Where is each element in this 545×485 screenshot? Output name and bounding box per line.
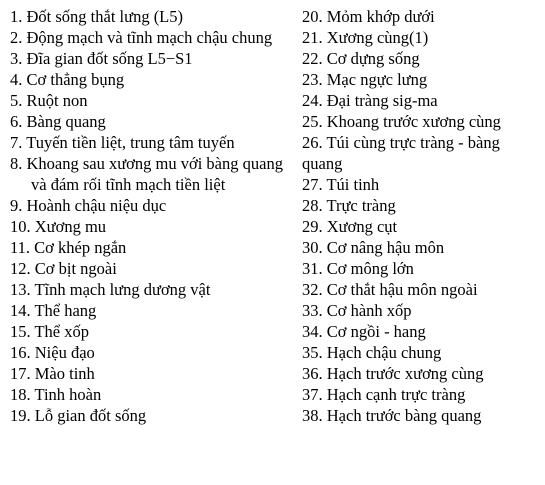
list-item: 24. Đại tràng sig-ma	[302, 91, 438, 110]
list-item: 35. Hạch chậu chung	[302, 343, 442, 362]
list-item: 10. Xương mu	[10, 217, 107, 236]
list-item: 1. Đốt sống thắt lưng (L5)	[10, 7, 184, 26]
list-item: 9. Hoành chậu niệu dục	[10, 196, 167, 215]
list-item: 4. Cơ thẳng bụng	[10, 70, 125, 89]
list-item: 12. Cơ bịt ngoài	[10, 259, 117, 278]
list-item: 5. Ruột non	[10, 91, 88, 110]
list-item: 7. Tuyến tiền liệt, trung tâm tuyến	[10, 133, 235, 152]
list-item: 29. Xương cụt	[302, 217, 398, 236]
list-item: 14. Thể hang	[10, 301, 97, 320]
list-item: 27. Túi tinh	[302, 175, 380, 194]
list-item: 16. Niệu đạo	[10, 343, 95, 362]
list-item: 6. Bàng quang	[10, 112, 106, 131]
list-item: 26. Túi cùng trực tràng - bàng quang	[302, 133, 500, 173]
list-item: 30. Cơ nâng hậu môn	[302, 238, 445, 257]
list-item: 34. Cơ ngồi - hang	[302, 322, 426, 341]
list-item: 23. Mạc ngực lưng	[302, 70, 428, 89]
list-item: 8. Khoang sau xương mu với bàng quang và…	[10, 154, 283, 194]
list-item: 36. Hạch trước xương cùng	[302, 364, 484, 383]
list-item: 3. Đĩa gian đốt sống L5−S1	[10, 49, 193, 68]
list-item: 33. Cơ hành xốp	[302, 301, 412, 320]
list-item: 37. Hạch cạnh trực tràng	[302, 385, 466, 404]
legend-page: 1. Đốt sống thắt lưng (L5) 2. Động mạch …	[0, 0, 545, 485]
list-item: 18. Tinh hoàn	[10, 385, 102, 404]
list-item: 19. Lỗ gian đốt sống	[10, 406, 147, 425]
legend-list-left: 1. Đốt sống thắt lưng (L5) 2. Động mạch …	[10, 6, 295, 426]
list-item: 20. Mỏm khớp dưới	[302, 7, 435, 26]
list-item: 2. Động mạch và tĩnh mạch chậu chung	[10, 28, 273, 47]
list-item: 38. Hạch trước bàng quang	[302, 406, 482, 425]
list-item: 21. Xương cùng(1)	[302, 28, 429, 47]
list-item: 31. Cơ mông lớn	[302, 259, 414, 278]
list-item: 15. Thể xốp	[10, 322, 89, 341]
list-item: 17. Mào tinh	[10, 364, 95, 383]
list-item: 28. Trực tràng	[302, 196, 396, 215]
list-item: 25. Khoang trước xương cùng	[302, 112, 501, 131]
list-item: 32. Cơ thắt hậu môn ngoài	[302, 280, 478, 299]
list-item: 13. Tĩnh mạch lưng dương vật	[10, 280, 211, 299]
list-item: 11. Cơ khép ngắn	[10, 238, 127, 257]
legend-list-right: 20. Mỏm khớp dưới 21. Xương cùng(1) 22. …	[302, 6, 538, 426]
list-item: 22. Cơ dựng sống	[302, 49, 420, 68]
